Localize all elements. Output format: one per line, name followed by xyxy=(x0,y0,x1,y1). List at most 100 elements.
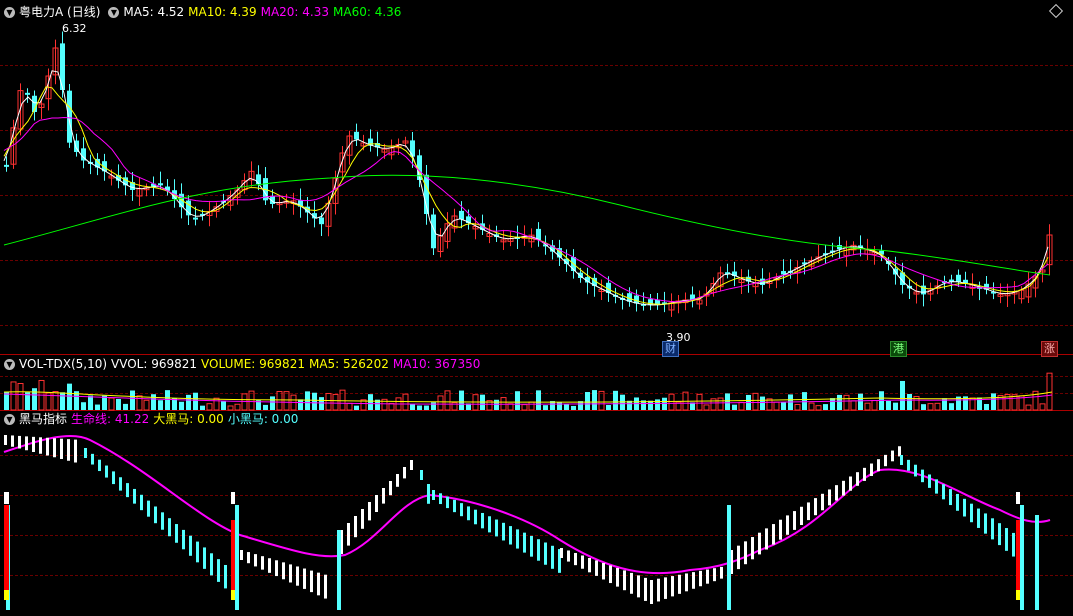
collapse-circle-icon[interactable]: ▼ xyxy=(4,358,15,370)
indicator-dash xyxy=(935,479,938,494)
indicator-dash xyxy=(779,519,782,540)
indicator-dash xyxy=(196,541,199,563)
indicator-dash xyxy=(907,459,910,471)
indicator-dash xyxy=(275,560,278,577)
indicator-dash xyxy=(692,572,695,589)
indicator-dash xyxy=(347,523,350,546)
indicator-dash xyxy=(765,528,768,550)
indicator-dash xyxy=(247,552,250,564)
collapse-circle-icon[interactable]: ▼ xyxy=(4,6,15,18)
volume-bar xyxy=(760,396,765,410)
indicator-dash xyxy=(800,506,803,525)
indicator-dash xyxy=(182,529,185,550)
volume-bar xyxy=(830,398,835,410)
indicator-dash xyxy=(4,435,7,445)
indicator-dash xyxy=(389,481,392,496)
indicator-dash xyxy=(189,535,192,556)
volume-bar xyxy=(123,403,128,410)
signal-bar-red xyxy=(4,505,9,590)
indicator-dash xyxy=(942,484,945,500)
volume-bar xyxy=(725,393,730,410)
volume-bar xyxy=(67,383,72,410)
volume-bar xyxy=(738,401,745,411)
limit-up-tag[interactable]: 涨 xyxy=(1041,341,1058,357)
indicator-dash xyxy=(217,559,220,582)
indicator-dash xyxy=(956,493,959,511)
volume-bar xyxy=(823,404,828,410)
indicator-dash xyxy=(467,506,470,521)
volume-bar xyxy=(850,400,857,411)
collapse-circle-icon[interactable]: ▼ xyxy=(4,413,15,425)
volume-bar xyxy=(934,402,941,411)
volume-bar xyxy=(893,402,898,410)
volume-bar xyxy=(298,399,303,410)
ma10-line xyxy=(3,86,1049,305)
candle-body xyxy=(410,140,415,157)
signal-bar xyxy=(1035,515,1039,610)
indicator-dash xyxy=(835,485,838,501)
volume-bar xyxy=(417,405,422,410)
indicator-dash xyxy=(126,483,129,498)
indicator-dash xyxy=(481,512,484,529)
indicator-dash xyxy=(112,471,115,485)
indicator-dash xyxy=(744,541,747,565)
candle-body xyxy=(354,131,359,140)
collapse-circle-icon[interactable]: ▼ xyxy=(108,6,120,18)
indicator-dash xyxy=(772,524,775,545)
volume-bar xyxy=(305,391,310,410)
vol-title: VOL-TDX(5,10) xyxy=(19,357,108,371)
indicator-dash xyxy=(168,518,171,537)
indicator-dash xyxy=(713,568,716,582)
indicator-dash xyxy=(460,503,463,517)
indicator-dash xyxy=(786,515,789,535)
indicator-dash xyxy=(403,467,406,479)
volume-bar xyxy=(858,393,863,410)
price-chart-canvas[interactable] xyxy=(0,0,1073,616)
indicator-dash xyxy=(807,502,810,521)
volume-bar xyxy=(802,392,807,410)
indicator-dash xyxy=(420,470,423,480)
volume-bar xyxy=(213,397,220,411)
volume-bar xyxy=(241,393,248,411)
indicator-dash xyxy=(751,537,754,560)
indicator-dash xyxy=(900,455,903,465)
vol-ma10-label: MA10: 367350 xyxy=(392,357,481,371)
hk-connect-tag[interactable]: 港 xyxy=(890,341,907,357)
volume-bar xyxy=(332,393,339,411)
indicator-dash xyxy=(891,450,894,462)
volume-bar xyxy=(354,405,359,410)
volume-bar xyxy=(346,402,353,411)
life-line-label: 生命线: 41.22 xyxy=(71,412,150,426)
signal-bar xyxy=(1020,505,1024,610)
indicator-dash xyxy=(963,498,966,517)
indicator-dash xyxy=(354,516,357,538)
signal-bar-red xyxy=(231,520,235,590)
volume-bar xyxy=(536,390,541,410)
volume-bar xyxy=(886,400,891,410)
indicator-dash xyxy=(427,484,430,504)
volume-bar xyxy=(312,392,317,410)
indicator-dash xyxy=(678,574,681,594)
volume-bar xyxy=(655,399,660,410)
volume-bar xyxy=(1025,404,1032,411)
indicator-dash xyxy=(884,454,887,467)
indicator-dash xyxy=(74,439,77,463)
volume-bar xyxy=(1046,372,1053,411)
indicator-dash xyxy=(60,438,63,459)
volume-bar xyxy=(459,390,464,410)
volume-bar xyxy=(437,395,444,411)
indicator-dash xyxy=(488,516,491,533)
indicator-dash xyxy=(650,580,653,604)
volume-bar xyxy=(907,393,912,410)
indicator-dash xyxy=(623,570,626,591)
volume-bar xyxy=(32,388,37,410)
volume-bar xyxy=(1039,403,1046,411)
volume-bar xyxy=(319,397,324,410)
finance-tag[interactable]: 财 xyxy=(662,341,679,357)
indicator-dash xyxy=(32,436,35,452)
indicator-dash xyxy=(439,493,442,505)
volume-bar xyxy=(571,405,576,410)
volume-bar xyxy=(515,391,520,410)
indicator-dash xyxy=(368,502,371,521)
volume-bar xyxy=(108,397,115,411)
